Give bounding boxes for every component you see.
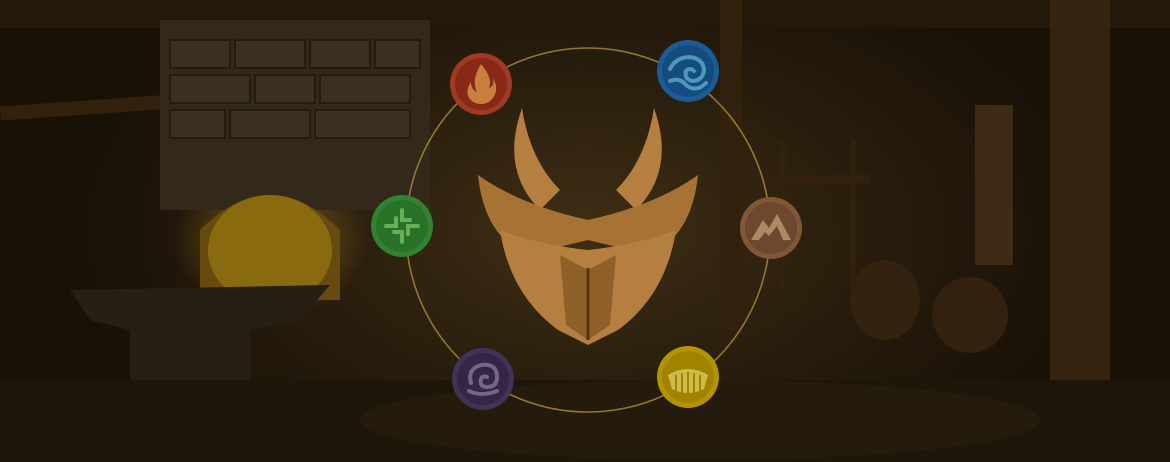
earth-element-button[interactable] xyxy=(739,196,803,260)
light-icon xyxy=(657,346,719,408)
life-icon xyxy=(371,195,433,257)
forge-background xyxy=(0,0,1170,462)
water-icon xyxy=(657,40,719,102)
life-element-button[interactable] xyxy=(370,194,434,258)
death-element-button[interactable] xyxy=(451,347,515,411)
light-element-button[interactable] xyxy=(656,345,720,409)
fire-element-button[interactable] xyxy=(449,52,513,116)
water-element-button[interactable] xyxy=(656,39,720,103)
horned-emblem-icon xyxy=(478,108,698,345)
fire-icon xyxy=(450,53,512,115)
earth-icon xyxy=(740,197,802,259)
element-emblem xyxy=(405,47,771,413)
death-icon xyxy=(452,348,514,410)
